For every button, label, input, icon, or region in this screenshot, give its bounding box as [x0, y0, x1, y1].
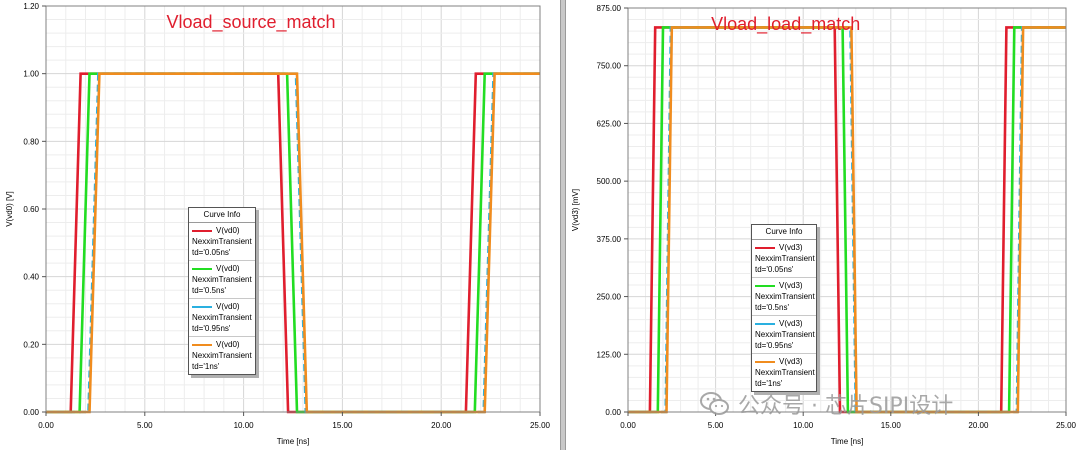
- x-tick-label: 10.00: [793, 421, 814, 430]
- legend-title: Curve Info: [752, 225, 816, 240]
- legend-detail: td='1ns': [192, 362, 220, 371]
- legend-swatch: [755, 360, 775, 363]
- chart-title: Vload_source_match: [166, 12, 335, 33]
- y-tick-label: 1.20: [23, 2, 39, 11]
- legend-detail: NexximTransient: [755, 368, 815, 377]
- chart-panel-left: 0.00 5.00 10.00 15.00 20.00 25.00 0.00 0.20 0.40…: [0, 0, 560, 450]
- y-tick-label: 875.00: [597, 4, 622, 13]
- y-tick-label: 0.80: [23, 137, 39, 146]
- legend-detail: NexximTransient: [192, 351, 252, 360]
- x-axis-label: Time [ns]: [277, 437, 310, 446]
- legend-entry: V(vd0) NexximTransient td='0.5ns': [189, 261, 255, 299]
- legend-swatch: [192, 229, 212, 232]
- x-tick-label: 20.00: [968, 421, 989, 430]
- legend-detail: td='0.95ns': [192, 324, 231, 333]
- x-tick-label: 15.00: [881, 421, 902, 430]
- legend-entry: V(vd3) NexximTransient td='1ns': [752, 354, 816, 391]
- legend-title: Curve Info: [189, 208, 255, 223]
- y-tick-label: 0.20: [23, 340, 39, 349]
- x-tick-label: 20.00: [431, 421, 452, 430]
- legend-detail: td='0.95ns': [755, 341, 794, 350]
- legend-swatch: [192, 343, 212, 346]
- y-tick-label: 625.00: [597, 119, 622, 128]
- y-tick-label: 250.00: [597, 293, 622, 302]
- legend-entry: V(vd0) NexximTransient td='1ns': [189, 337, 255, 374]
- y-tick-label: 0.60: [23, 205, 39, 214]
- legend-detail: NexximTransient: [755, 254, 815, 263]
- legend-swatch: [192, 305, 212, 308]
- chart-panel-right: 0.00 5.00 10.00 15.00 20.00 25.00 0.00 125.00 25…: [566, 0, 1080, 450]
- legend-swatch: [755, 284, 775, 287]
- legend-detail: td='0.5ns': [192, 286, 226, 295]
- legend-detail: NexximTransient: [755, 330, 815, 339]
- x-tick-label: 25.00: [530, 421, 551, 430]
- y-tick-label: 125.00: [597, 350, 622, 359]
- y-tick-label: 750.00: [597, 62, 622, 71]
- legend-swatch: [755, 246, 775, 249]
- x-tick-label: 25.00: [1056, 421, 1077, 430]
- legend-series-name: V(vd0): [216, 264, 240, 273]
- y-tick-label: 0.00: [605, 408, 621, 417]
- legend-detail: td='0.05ns': [755, 265, 794, 274]
- legend-detail: td='0.05ns': [192, 248, 231, 257]
- x-tick-label: 0.00: [38, 421, 54, 430]
- legend-series-name: V(vd3): [779, 243, 803, 252]
- x-tick-label: 15.00: [332, 421, 353, 430]
- legend-box[interactable]: Curve Info V(vd0) NexximTransient td='0.05n…: [188, 207, 256, 375]
- watermark: 公众号 · 芯片SIPI设计: [700, 388, 953, 420]
- x-tick-label: 0.00: [620, 421, 636, 430]
- y-axis-label: V(vd0) [V]: [5, 191, 14, 227]
- legend-box[interactable]: Curve Info V(vd3) NexximTransient td='0.05n…: [751, 224, 817, 392]
- legend-series-name: V(vd3): [779, 281, 803, 290]
- legend-detail: NexximTransient: [192, 275, 252, 284]
- legend-entry: V(vd3) NexximTransient td='0.5ns': [752, 278, 816, 316]
- legend-detail: NexximTransient: [192, 313, 252, 322]
- legend-detail: NexximTransient: [192, 237, 252, 246]
- legend-detail: td='0.5ns': [755, 303, 789, 312]
- legend-series-name: V(vd3): [779, 319, 803, 328]
- legend-series-name: V(vd0): [216, 226, 240, 235]
- y-tick-label: 500.00: [597, 177, 622, 186]
- x-axis-label: Time [ns]: [831, 437, 864, 446]
- legend-swatch: [755, 322, 775, 325]
- y-tick-label: 0.00: [23, 408, 39, 417]
- legend-entry: V(vd3) NexximTransient td='0.95ns': [752, 316, 816, 354]
- legend-series-name: V(vd0): [216, 340, 240, 349]
- wechat-icon: [700, 392, 729, 415]
- y-tick-label: 0.40: [23, 273, 39, 282]
- x-tick-label: 10.00: [234, 421, 255, 430]
- y-axis-label: V(vd3) [mV]: [571, 189, 580, 231]
- y-tick-label: 1.00: [23, 70, 39, 79]
- legend-series-name: V(vd0): [216, 302, 240, 311]
- x-tick-label: 5.00: [708, 421, 724, 430]
- watermark-text: 公众号 · 芯片SIPI设计: [738, 394, 954, 419]
- chart-title: Vload_load_match: [711, 14, 860, 35]
- chart-vload-source-match: 0.00 5.00 10.00 15.00 20.00 25.00 0.00 0.20 0.40…: [5, 2, 551, 446]
- y-tick-label: 375.00: [597, 235, 622, 244]
- legend-swatch: [192, 267, 212, 270]
- x-tick-label: 5.00: [137, 421, 153, 430]
- legend-entry: V(vd0) NexximTransient td='0.05ns': [189, 223, 255, 261]
- legend-series-name: V(vd3): [779, 357, 803, 366]
- legend-entry: V(vd0) NexximTransient td='0.95ns': [189, 299, 255, 337]
- chart-vload-load-match: 0.00 5.00 10.00 15.00 20.00 25.00 0.00 125.00 25…: [571, 4, 1077, 446]
- legend-entry: V(vd3) NexximTransient td='0.05ns': [752, 240, 816, 278]
- legend-detail: NexximTransient: [755, 292, 815, 301]
